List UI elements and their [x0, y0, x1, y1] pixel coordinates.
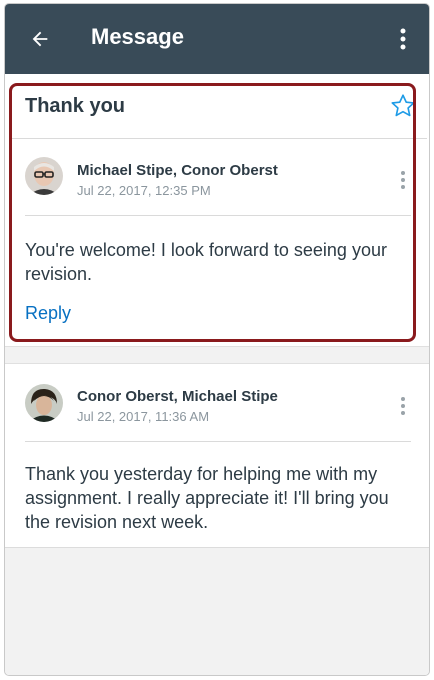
earlier-message-card: Conor Oberst, Michael Stipe Jul 22, 2017… [5, 364, 429, 548]
dot-icon [401, 171, 405, 175]
dot-icon [401, 411, 405, 415]
message-body: Thank you yesterday for helping me with … [25, 464, 389, 532]
dot-icon [401, 178, 405, 182]
app-bar: Message [5, 4, 429, 74]
message-body: You're welcome! I look forward to seeing… [25, 240, 387, 284]
card-separator [5, 346, 429, 364]
message-options-button[interactable] [396, 169, 410, 191]
message-participants: Michael Stipe, Conor Oberst [77, 162, 278, 179]
conversation-content: Thank you Michael Stipe, Conor Oberst Ju… [5, 74, 429, 675]
more-vertical-icon [400, 28, 406, 50]
conversation-subject: Thank you [25, 95, 126, 117]
arrow-left-icon [32, 31, 48, 47]
overflow-menu-button[interactable] [391, 24, 415, 54]
star-outline-icon [391, 94, 415, 117]
message-header-divider [25, 215, 411, 216]
page-title: Message [91, 24, 184, 49]
phone-screen: Message Thank you Michael Stipe, Conor O… [4, 3, 430, 676]
latest-message-card: Thank you Michael Stipe, Conor Oberst Ju… [5, 74, 429, 346]
message-participants: Conor Oberst, Michael Stipe [77, 388, 278, 405]
avatar-photo-conor-oberst [25, 384, 63, 422]
message-date: Jul 22, 2017, 12:35 PM [77, 183, 211, 198]
dot-icon [401, 397, 405, 401]
subject-divider [9, 138, 427, 139]
avatar-photo-michael-stipe [25, 157, 63, 195]
dot-icon [401, 185, 405, 189]
message-options-button[interactable] [396, 395, 410, 417]
message-date: Jul 22, 2017, 11:36 AM [77, 409, 210, 424]
star-button[interactable] [389, 92, 417, 120]
avatar [25, 384, 63, 422]
avatar [25, 157, 63, 195]
dot-icon [401, 404, 405, 408]
back-button[interactable] [27, 26, 53, 52]
message-header-divider [25, 441, 411, 442]
reply-link[interactable]: Reply [25, 303, 71, 324]
